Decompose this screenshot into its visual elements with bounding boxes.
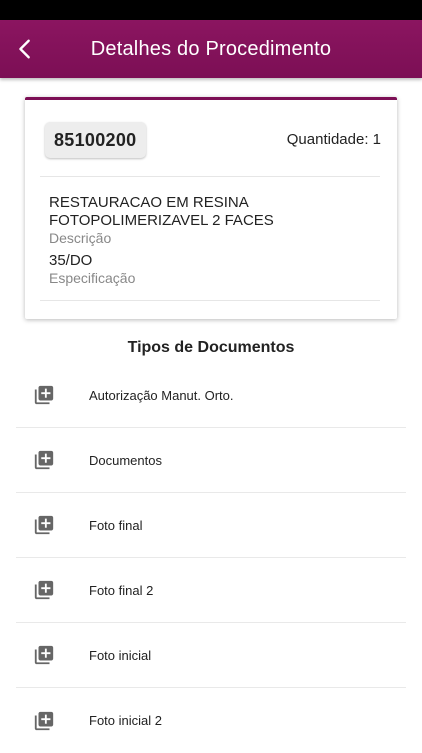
specification-value: 35/DO xyxy=(49,252,93,269)
document-type-label: Foto inicial 2 xyxy=(89,713,162,728)
procedure-card: 85100200 Quantidade: 1 RESTAURACAO EM RE… xyxy=(25,97,397,319)
document-type-item[interactable]: Autorização Manut. Orto. xyxy=(16,363,406,428)
add-to-library-icon xyxy=(33,449,55,471)
page-title: Detalhes do Procedimento xyxy=(90,37,332,60)
document-type-label: Autorização Manut. Orto. xyxy=(89,387,234,403)
description-value: RESTAURACAO EM RESINA FOTOPOLIMERIZAVEL … xyxy=(49,194,274,229)
divider xyxy=(40,176,380,177)
document-type-label: Foto final xyxy=(89,517,143,533)
document-type-item[interactable]: Foto inicial 2 xyxy=(16,688,406,753)
divider xyxy=(40,300,380,301)
procedure-code-chip: 85100200 xyxy=(45,122,146,158)
add-to-library-icon xyxy=(33,644,55,666)
document-type-item[interactable]: Documentos xyxy=(16,428,406,493)
description-label: Descrição xyxy=(49,230,112,246)
documents-section-title: Tipos de Documentos xyxy=(127,339,295,356)
back-button[interactable] xyxy=(8,32,42,66)
add-to-library-icon xyxy=(33,579,55,601)
add-to-library-icon xyxy=(33,514,55,536)
document-type-item[interactable]: Foto final 2 xyxy=(16,558,406,623)
quantity-text: Quantidade: 1 xyxy=(286,131,381,148)
document-type-label: Foto inicial xyxy=(89,647,152,663)
status-bar xyxy=(0,0,422,20)
app-bar: Detalhes do Procedimento xyxy=(0,20,422,78)
chevron-left-icon xyxy=(19,39,30,59)
document-type-item[interactable]: Foto inicial xyxy=(16,623,406,688)
add-to-library-icon xyxy=(33,710,55,732)
document-type-list: Autorização Manut. Orto. Documentos Foto… xyxy=(16,363,406,753)
add-to-library-icon xyxy=(33,384,55,406)
specification-label: Especificação xyxy=(49,270,136,286)
document-type-label: Foto final 2 xyxy=(89,582,154,598)
document-type-label: Documentos xyxy=(89,452,162,468)
document-type-item[interactable]: Foto final xyxy=(16,493,406,558)
